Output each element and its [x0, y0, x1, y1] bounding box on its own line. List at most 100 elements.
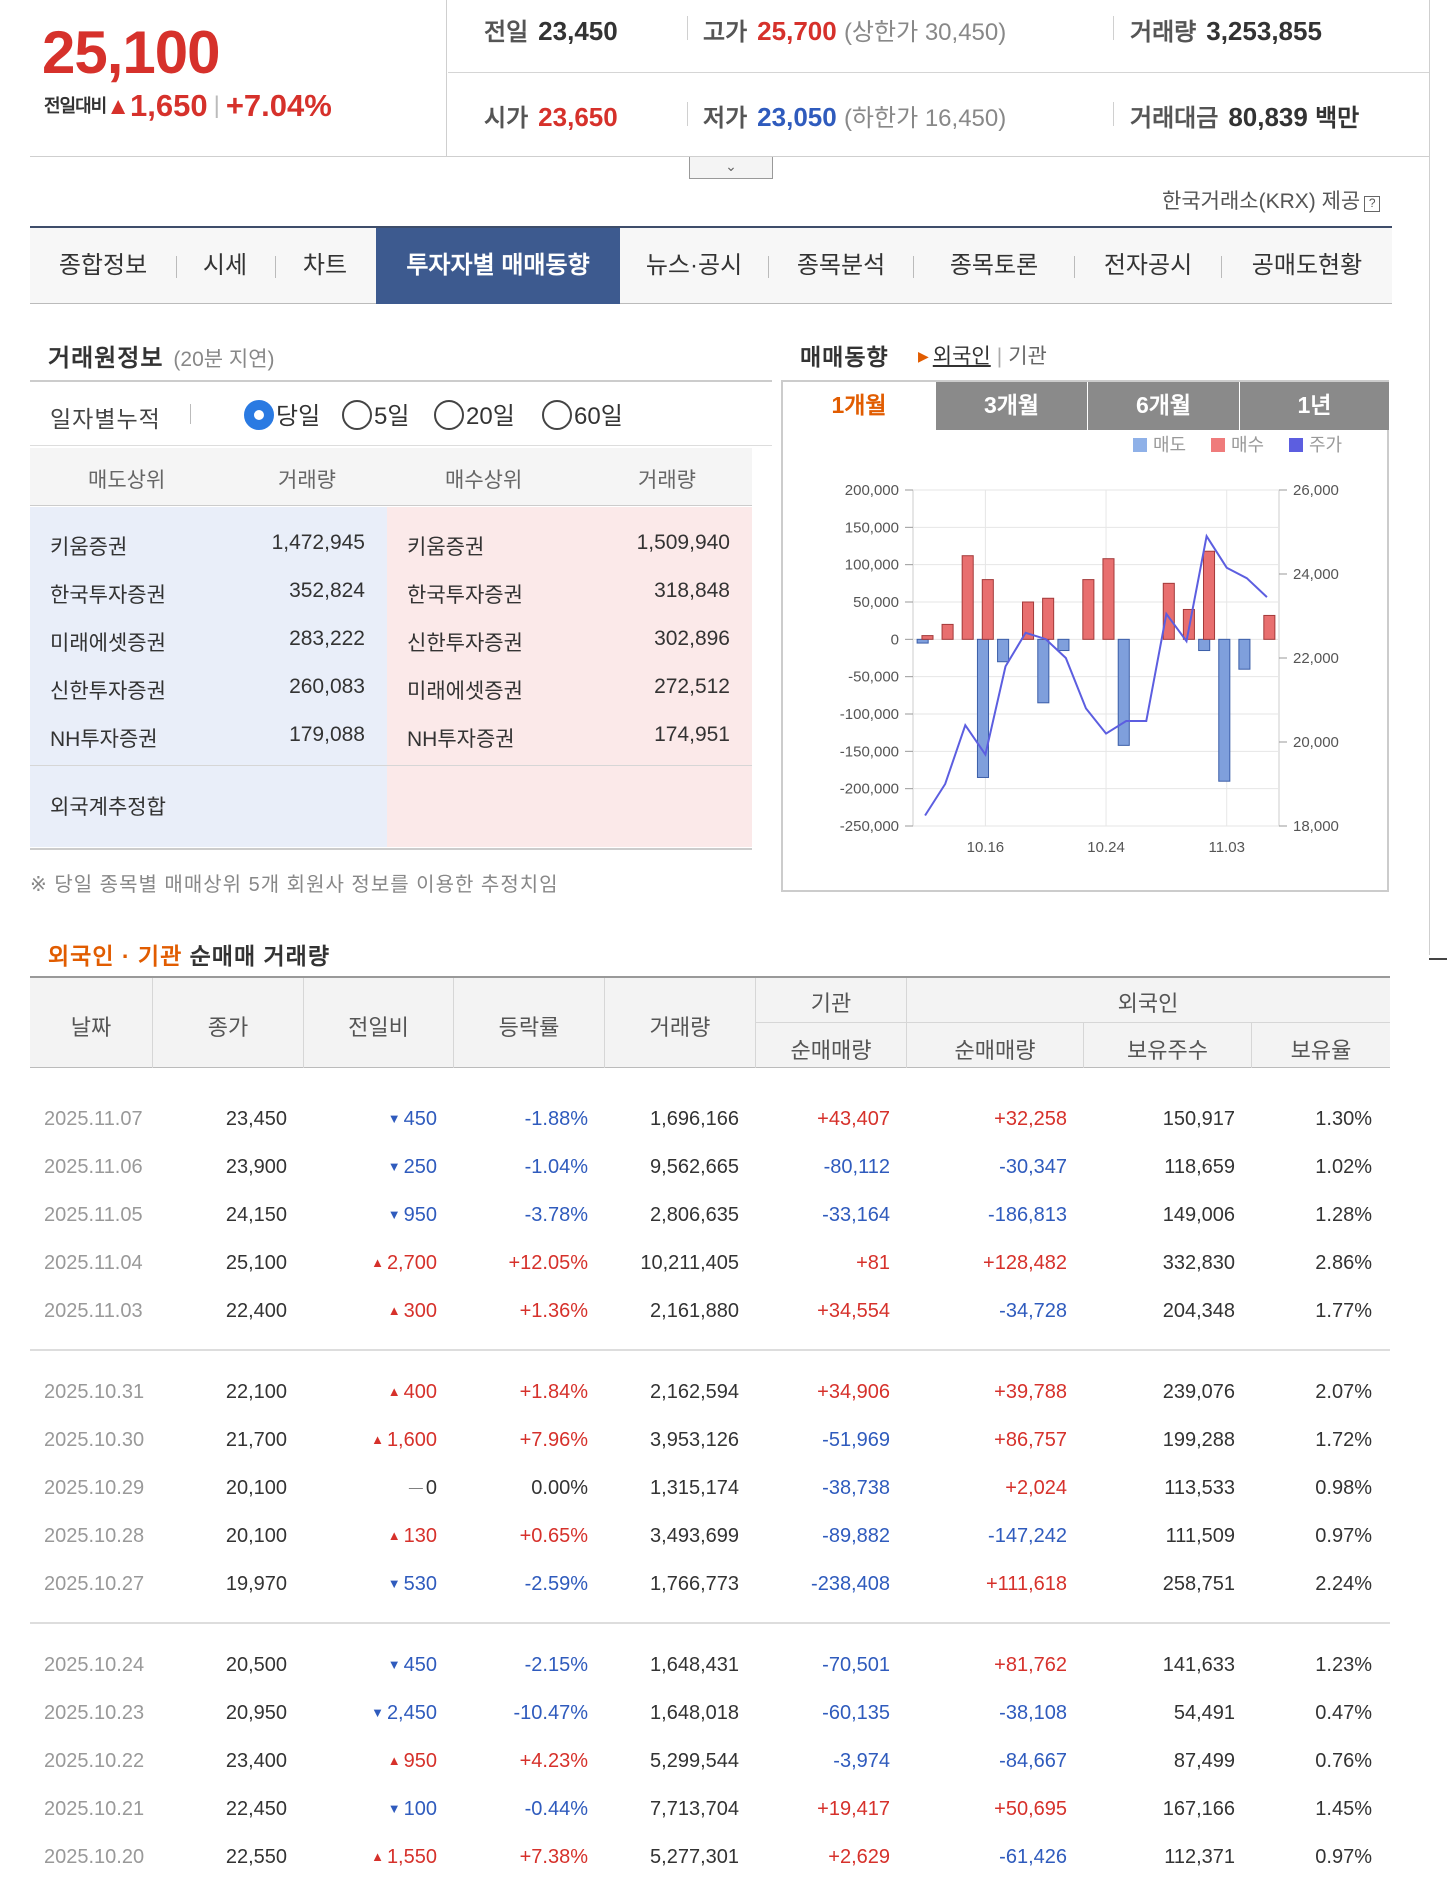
chart-tab-1m[interactable]: 1개월	[783, 382, 935, 430]
row-vol: 9,562,665	[650, 1156, 739, 1178]
tab-news[interactable]: 뉴스·공시	[620, 228, 768, 304]
expand-summary-button[interactable]: ⌄	[689, 157, 773, 179]
sell-row: 한국투자증권 352,824	[50, 579, 365, 607]
row-diff: ▼ 530	[387, 1573, 437, 1595]
tab-chart[interactable]: 차트	[276, 228, 374, 304]
row-vol: 1,696,166	[650, 1108, 739, 1130]
y-left-tick: 50,000	[853, 594, 899, 611]
row-rate: -0.44%	[524, 1798, 588, 1820]
buy-row: 키움증권 1,509,940	[407, 531, 730, 559]
tab-investor-trading[interactable]: 투자자별 매매동향	[376, 228, 620, 304]
stat-volume: 거래량 3,253,855	[1130, 16, 1322, 46]
row-diff: ▲ 400	[387, 1381, 437, 1403]
trend-chart: 200,000 150,000 100,000 50,000 0 -50,000 -100,…	[840, 435, 1342, 856]
row-vol: 1,315,174	[650, 1477, 739, 1499]
tab-short-selling[interactable]: 공매도현황	[1222, 228, 1392, 304]
chart-tab-1y[interactable]: 1년	[1239, 382, 1389, 430]
row-date: 2025.11.04	[44, 1252, 143, 1274]
row-vol: 1,648,431	[650, 1654, 739, 1676]
link-foreign[interactable]: 외국인	[933, 345, 991, 368]
row-ratio: 0.76%	[1315, 1750, 1372, 1772]
stat-high: 고가 25,700 (상한가 30,450)	[703, 16, 1007, 46]
legend-label: 매도	[1153, 435, 1186, 456]
triangle-up-icon: ▲	[387, 1303, 401, 1318]
row-ratio: 2.24%	[1315, 1573, 1372, 1595]
buy-row: 미래에셋증권 272,512	[407, 675, 730, 703]
row-date: 2025.10.29	[44, 1477, 145, 1499]
row-rate: +7.38%	[519, 1846, 588, 1868]
sell-bar	[1218, 638, 1231, 782]
row-date: 2025.10.21	[44, 1798, 145, 1820]
row-close: 23,450	[225, 1108, 287, 1130]
x-tick: 10.24	[1087, 839, 1125, 856]
triangle-down-icon: ▼	[371, 1705, 384, 1720]
row-close: 22,450	[225, 1798, 287, 1820]
sell-row: 미래에셋증권 283,222	[50, 627, 365, 655]
buy-bar	[1263, 614, 1276, 640]
row-hold: 141,633	[1162, 1654, 1235, 1676]
table-row: 2025.10.28 20,100 ▲ 130 +0.65% 3,493,699 -89,8…	[30, 1512, 1390, 1560]
row-vol: 3,953,126	[650, 1429, 739, 1451]
row-frn: -61,426	[999, 1846, 1067, 1868]
info-icon[interactable]: ?	[1364, 196, 1381, 212]
y-left-tick: 200,000	[845, 482, 899, 499]
row-rate: -10.47%	[513, 1702, 589, 1724]
sell-bar	[976, 638, 990, 778]
period-radio-5d[interactable]: 5일	[342, 396, 409, 431]
buy-bar	[941, 623, 954, 640]
row-diff: ▲ 2,700	[371, 1252, 437, 1274]
row-diff: ▲ 1,550	[371, 1846, 437, 1868]
tab-discussion[interactable]: 종목토론	[914, 228, 1074, 304]
row-inst: +34,906	[817, 1381, 890, 1403]
y-left-tick: -150,000	[840, 743, 899, 760]
row-date: 2025.10.22	[44, 1750, 145, 1772]
row-hold: 113,533	[1164, 1477, 1235, 1499]
sell-bar	[916, 638, 929, 644]
row-frn: +128,482	[983, 1252, 1067, 1274]
tab-overview[interactable]: 종합정보	[30, 228, 176, 304]
triangle-down-icon: ▼	[387, 1111, 401, 1126]
stat-open: 시가 23,650	[484, 102, 618, 132]
y-right-tick: 22,000	[1293, 650, 1339, 667]
row-frn: +32,258	[994, 1108, 1067, 1130]
row-inst: -60,135	[822, 1702, 890, 1724]
row-hold: 150,917	[1162, 1108, 1235, 1130]
row-diff: ▲ 130	[387, 1525, 437, 1547]
period-radio-60d[interactable]: 60일	[542, 396, 623, 431]
buy-bar	[1082, 579, 1095, 640]
chart-tab-3m[interactable]: 3개월	[935, 382, 1087, 430]
row-diff: —0	[408, 1477, 437, 1499]
row-diff: ▼ 250	[387, 1156, 437, 1178]
tab-disclosure[interactable]: 전자공시	[1075, 228, 1221, 304]
row-inst: -238,408	[811, 1573, 890, 1595]
row-rate: -1.04%	[524, 1156, 588, 1178]
row-inst: -70,501	[822, 1654, 890, 1676]
row-diff: ▲ 300	[387, 1300, 437, 1322]
row-rate: -2.59%	[524, 1573, 588, 1595]
table-row: 2025.10.31 22,100 ▲ 400 +1.84% 2,162,594 +34,9…	[30, 1368, 1390, 1416]
row-frn: +2,024	[1005, 1477, 1067, 1499]
triangle-down-icon: ▼	[387, 1576, 401, 1591]
row-close: 22,400	[225, 1300, 287, 1322]
row-close: 20,100	[225, 1525, 287, 1547]
row-close: 24,150	[225, 1204, 287, 1226]
link-institution[interactable]: 기관	[1008, 345, 1047, 368]
sell-bar	[1117, 638, 1130, 746]
row-ratio: 1.77%	[1315, 1300, 1372, 1322]
row-date: 2025.10.30	[44, 1429, 145, 1451]
broker-note: ※ 당일 종목별 매매상위 5개 회원사 정보를 이용한 추정치임	[30, 874, 559, 896]
row-inst: +34,554	[817, 1300, 890, 1322]
tab-price[interactable]: 시세	[177, 228, 273, 304]
y-left-tick: -50,000	[848, 669, 899, 686]
row-frn: -30,347	[999, 1156, 1067, 1178]
chevron-down-icon: ⌄	[725, 158, 737, 174]
chart-tab-6m[interactable]: 6개월	[1087, 382, 1239, 430]
row-diff: ▼ 2,450	[371, 1702, 437, 1724]
tab-analysis[interactable]: 종목분석	[769, 228, 913, 304]
row-ratio: 0.47%	[1315, 1702, 1372, 1724]
period-radio-20d[interactable]: 20일	[434, 396, 515, 431]
period-radio-today[interactable]: 당일	[244, 396, 320, 431]
buy-bar	[1162, 582, 1175, 640]
table-row: 2025.11.07 23,450 ▼ 450 -1.88% 1,696,166 +43,4…	[30, 1095, 1390, 1143]
row-vol: 2,162,594	[650, 1381, 739, 1403]
